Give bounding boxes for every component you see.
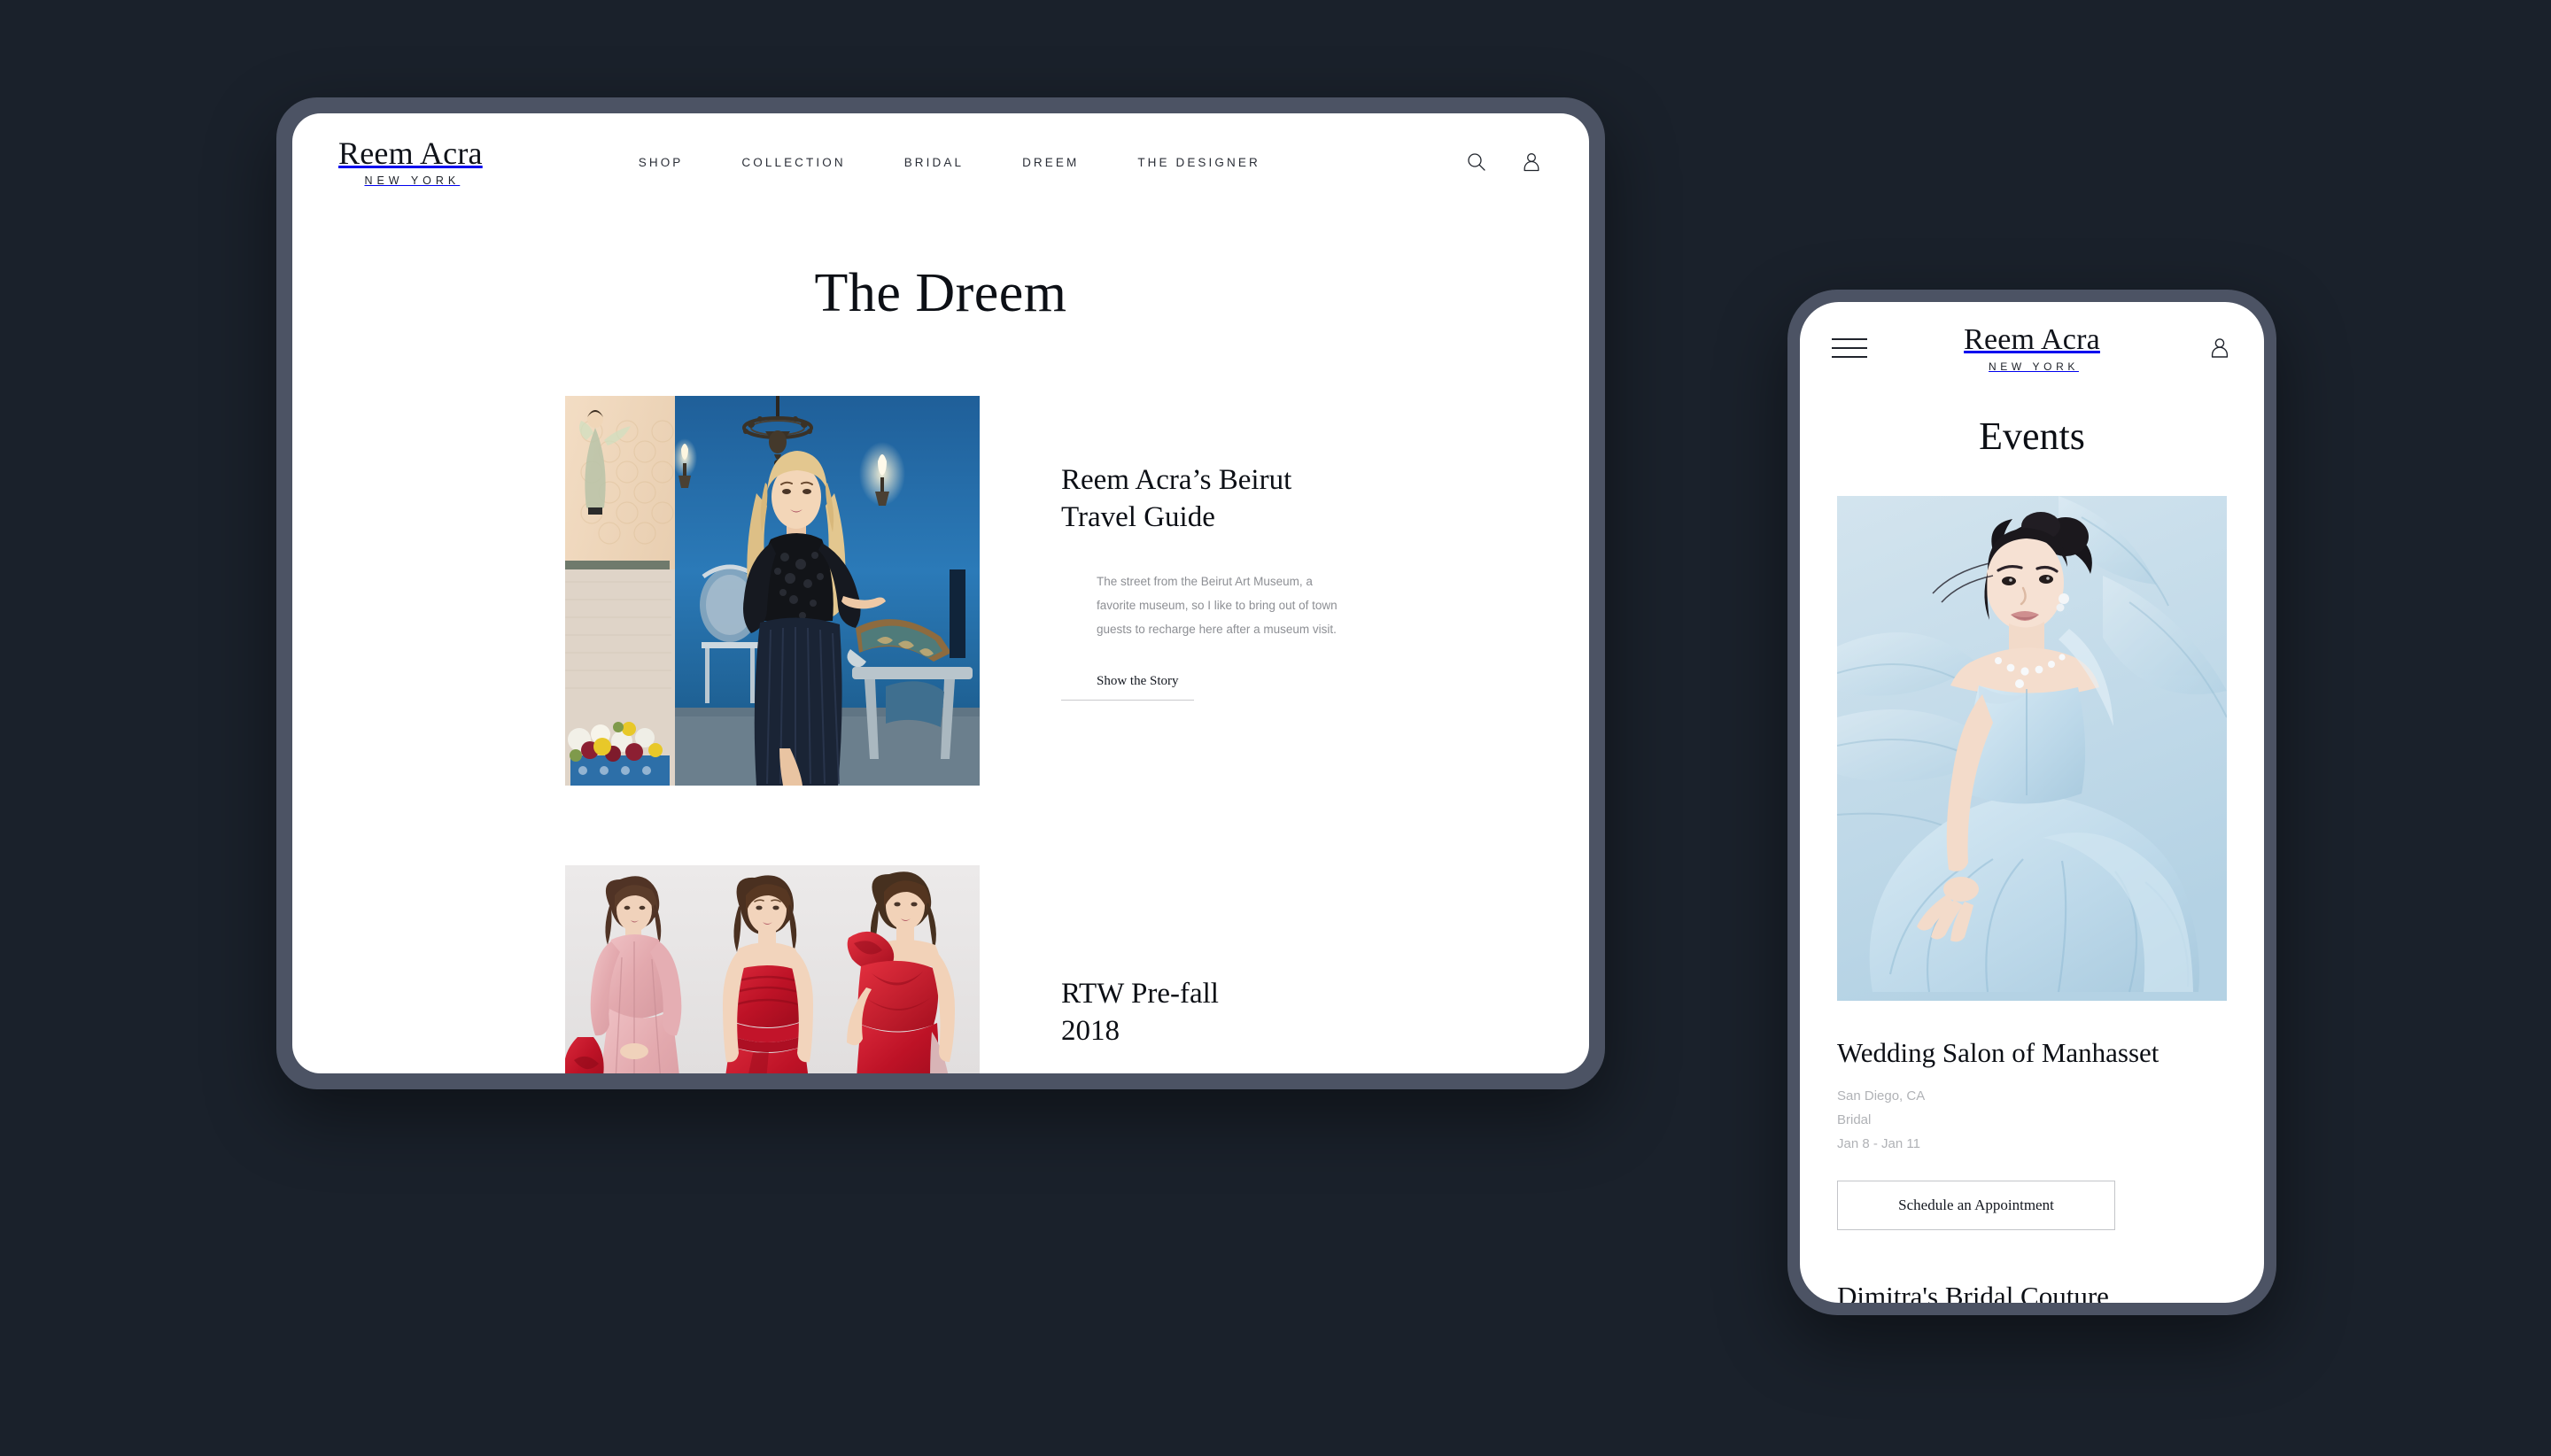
hamburger-bar: [1832, 347, 1867, 349]
article-body: The street from the Beirut Art Museum, a…: [1097, 575, 1338, 637]
article-image-rtw[interactable]: [565, 865, 980, 1073]
link-underline-rule: [1061, 700, 1194, 701]
article-title-line-1: RTW Pre-fall: [1061, 977, 1219, 1010]
search-icon[interactable]: [1465, 151, 1488, 174]
tablet-site-header: Reem Acra NEW YORK SHOP COLLECTION BRIDA…: [292, 113, 1589, 211]
event-category: Bridal: [1837, 1111, 1872, 1127]
tablet-brand-logo[interactable]: Reem Acra NEW YORK: [338, 137, 483, 187]
brand-tagline: NEW YORK: [1989, 360, 2079, 373]
tablet-header-actions: [1465, 151, 1543, 174]
phone-screen: Reem Acra NEW YORK Events Wedding Salon …: [1800, 302, 2264, 1303]
article-text-beirut: Reem Acra’s Beirut Travel Guide The stre…: [980, 396, 1352, 786]
account-icon[interactable]: [2207, 336, 2232, 360]
article-title-line-1: Reem Acra’s Beirut: [1061, 464, 1292, 496]
event-hero-image[interactable]: [1837, 496, 2227, 1001]
phone-device-frame: Reem Acra NEW YORK Events Wedding Salon …: [1787, 290, 2276, 1315]
article-text-rtw: RTW Pre-fall 2018 Utterly feminine, the …: [980, 975, 1352, 1073]
account-icon[interactable]: [1520, 151, 1543, 174]
show-the-story-link[interactable]: Show the Story: [1097, 674, 1179, 689]
phone-site-header: Reem Acra NEW YORK: [1800, 302, 2264, 394]
hamburger-bar: [1832, 338, 1867, 340]
event-meta: San Diego, CA Bridal Jan 8 - Jan 11: [1837, 1085, 2227, 1156]
event-location: San Diego, CA: [1837, 1088, 1926, 1104]
page-title: The Dreem: [814, 263, 1067, 323]
event-name: Wedding Salon of Manhasset: [1837, 1037, 2159, 1068]
event-card-dimitras-bridal-couture: Dimitra's Bridal Couture San Diego, CA: [1800, 1280, 2264, 1303]
hamburger-bar: [1832, 356, 1867, 358]
tablet-device-frame: Reem Acra NEW YORK SHOP COLLECTION BRIDA…: [276, 97, 1605, 1089]
nav-item-collection[interactable]: COLLECTION: [741, 156, 845, 169]
hamburger-icon[interactable]: [1832, 338, 1867, 358]
nav-item-the-designer[interactable]: THE DESIGNER: [1137, 156, 1260, 169]
article-row-beirut-travel-guide: Reem Acra’s Beirut Travel Guide The stre…: [292, 396, 1589, 786]
event-dates: Jan 8 - Jan 11: [1837, 1135, 1920, 1151]
presentation-stage: Reem Acra NEW YORK SHOP COLLECTION BRIDA…: [0, 0, 2551, 1456]
page-title: Events: [1979, 414, 2085, 458]
article-title-line-2: 2018: [1061, 1014, 1120, 1047]
phone-brand-logo[interactable]: Reem Acra NEW YORK: [1964, 322, 2100, 373]
article-title-line-2: Travel Guide: [1061, 501, 1215, 534]
brand-name: Reem Acra: [1964, 322, 2100, 356]
article-row-rtw-prefall: RTW Pre-fall 2018 Utterly feminine, the …: [292, 865, 1589, 1073]
event-name: Dimitra's Bridal Couture: [1837, 1281, 2109, 1303]
article-link-wrap: Show the Story: [1061, 673, 1352, 701]
tablet-screen: Reem Acra NEW YORK SHOP COLLECTION BRIDA…: [292, 113, 1589, 1073]
nav-item-bridal[interactable]: BRIDAL: [904, 156, 964, 169]
brand-name: Reem Acra: [338, 136, 483, 172]
article-title: Reem Acra’s Beirut Travel Guide: [1061, 461, 1352, 536]
nav-item-dreem[interactable]: DREEM: [1022, 156, 1079, 169]
event-card-wedding-salon-of-manhasset: Wedding Salon of Manhasset San Diego, CA…: [1800, 1036, 2264, 1231]
article-title: RTW Pre-fall 2018: [1061, 975, 1352, 1049]
nav-item-shop[interactable]: SHOP: [639, 156, 684, 169]
brand-tagline: NEW YORK: [364, 174, 461, 188]
schedule-appointment-button[interactable]: Schedule an Appointment: [1837, 1181, 2115, 1231]
article-image-beirut[interactable]: [565, 396, 980, 786]
tablet-primary-nav: SHOP COLLECTION BRIDAL DREEM THE DESIGNE…: [639, 156, 1260, 169]
